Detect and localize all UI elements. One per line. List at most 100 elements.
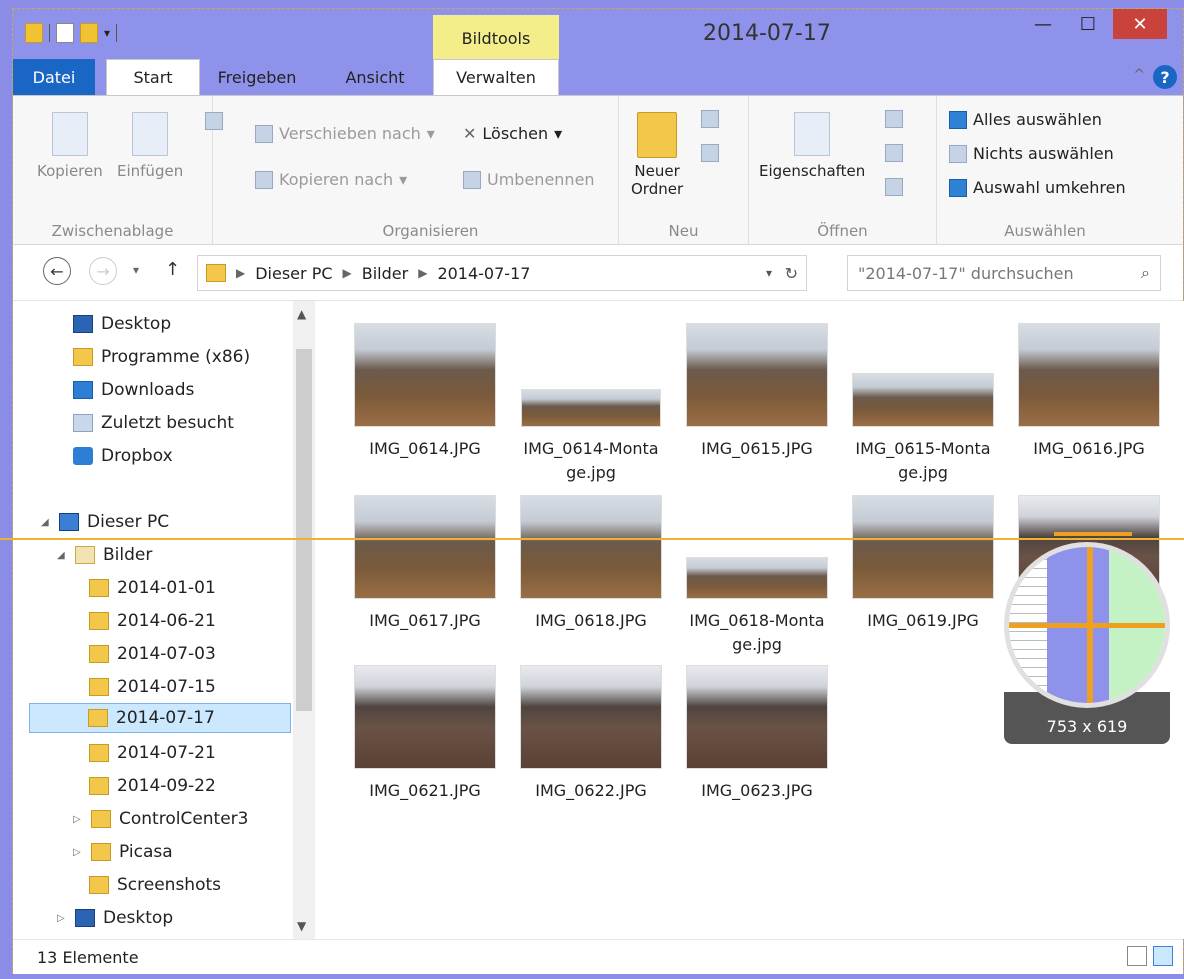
file-item[interactable]: IMG_0614-Monta ge.jpg bbox=[511, 323, 671, 485]
nav-item-folder-selected[interactable]: 2014-07-17 bbox=[29, 703, 291, 733]
nav-item-folder[interactable]: 2014-07-15 bbox=[89, 672, 216, 702]
delete-button[interactable]: ✕ Löschen ▾ bbox=[463, 124, 562, 143]
folder-icon[interactable] bbox=[25, 23, 43, 43]
chevron-up-icon[interactable]: ^ bbox=[1133, 67, 1145, 83]
file-item[interactable]: IMG_0617.JPG bbox=[345, 495, 505, 633]
file-item[interactable]: IMG_0621.JPG bbox=[345, 665, 505, 803]
chevron-right-icon: ▶ bbox=[342, 266, 352, 280]
file-item[interactable]: IMG_0618.JPG bbox=[511, 495, 671, 633]
breadcrumb-item[interactable]: Dieser PC bbox=[255, 264, 332, 283]
folder-icon bbox=[91, 810, 111, 828]
collapsed-icon[interactable]: ▷ bbox=[57, 913, 67, 924]
nav-item-this-pc[interactable]: ◢ Dieser PC bbox=[41, 507, 169, 537]
nav-scrollbar[interactable]: ▲ ▼ bbox=[293, 301, 315, 939]
image-thumbnail bbox=[686, 557, 828, 599]
file-name-line: IMG_0614-Monta bbox=[523, 439, 659, 458]
file-item[interactable]: IMG_0614.JPG bbox=[345, 323, 505, 461]
collapsed-icon[interactable]: ▷ bbox=[73, 847, 83, 858]
nav-item-bilder[interactable]: ◢ Bilder bbox=[57, 540, 152, 570]
tab-manage[interactable]: Verwalten bbox=[433, 59, 559, 95]
nav-item-folder[interactable]: 2014-06-21 bbox=[89, 606, 216, 636]
nav-item-downloads[interactable]: Downloads bbox=[73, 375, 194, 405]
large-icons-view-icon[interactable] bbox=[1153, 946, 1173, 966]
rename-button[interactable]: Umbenennen bbox=[463, 170, 595, 189]
tab-start[interactable]: Start bbox=[106, 59, 200, 95]
collapsed-icon[interactable]: ▷ bbox=[73, 814, 83, 825]
open-button[interactable] bbox=[885, 110, 903, 128]
copy-to-button[interactable]: Kopieren nach ▾ bbox=[255, 170, 407, 189]
expanded-icon[interactable]: ◢ bbox=[57, 550, 67, 561]
tab-share[interactable]: Freigeben bbox=[207, 59, 307, 95]
nav-label: ControlCenter3 bbox=[119, 809, 249, 829]
breadcrumb-item[interactable]: 2014-07-17 bbox=[437, 264, 530, 283]
nav-item-folder[interactable]: 2014-07-21 bbox=[89, 738, 216, 768]
copy-button[interactable]: Kopieren bbox=[37, 112, 103, 180]
move-to-button[interactable]: Verschieben nach ▾ bbox=[255, 124, 435, 143]
search-placeholder: "2014-07-17" durchsuchen bbox=[858, 263, 1074, 283]
search-input[interactable]: "2014-07-17" durchsuchen ⌕ bbox=[847, 255, 1161, 291]
paste-button[interactable]: Einfügen bbox=[117, 112, 183, 180]
file-name: IMG_0618.JPG bbox=[535, 611, 647, 630]
file-item[interactable]: IMG_0618-Monta ge.jpg bbox=[677, 495, 837, 657]
select-all-icon bbox=[949, 110, 967, 129]
scroll-down-icon[interactable]: ▼ bbox=[297, 919, 306, 933]
properties-button[interactable]: Eigenschaften bbox=[759, 112, 865, 180]
file-item[interactable]: IMG_0615-Monta ge.jpg bbox=[843, 323, 1003, 485]
history-button[interactable] bbox=[885, 178, 903, 196]
nav-item-programs[interactable]: Programme (x86) bbox=[73, 342, 250, 372]
edit-button[interactable] bbox=[885, 144, 903, 162]
up-arrow-icon[interactable]: ↑ bbox=[165, 259, 180, 280]
nav-item-folder[interactable]: ▷ Picasa bbox=[73, 837, 173, 867]
group-organize: Verschieben nach ▾ Kopieren nach ▾ ✕ Lösc… bbox=[243, 96, 619, 246]
tab-file[interactable]: Datei bbox=[13, 59, 95, 95]
new-item-button[interactable] bbox=[701, 110, 719, 128]
breadcrumb-item[interactable]: Bilder bbox=[362, 264, 408, 283]
refresh-icon[interactable]: ↻ bbox=[785, 264, 798, 283]
new-folder-button[interactable]: Neuer Ordner bbox=[631, 112, 683, 198]
minimize-button[interactable]: — bbox=[1023, 9, 1063, 39]
expanded-icon[interactable]: ◢ bbox=[41, 517, 51, 528]
details-view-icon[interactable] bbox=[1127, 946, 1147, 966]
close-button[interactable]: ✕ bbox=[1113, 9, 1167, 39]
chevron-down-icon[interactable]: ▾ bbox=[766, 266, 772, 280]
properties-icon[interactable] bbox=[56, 23, 74, 43]
paste-icon bbox=[132, 112, 169, 156]
nav-item-folder[interactable]: 2014-09-22 bbox=[89, 771, 216, 801]
file-item[interactable]: IMG_0622.JPG bbox=[511, 665, 671, 803]
nav-label: Picasa bbox=[119, 842, 173, 862]
nav-item-folder[interactable]: 2014-07-03 bbox=[89, 639, 216, 669]
context-tab-label: Bildtools bbox=[433, 15, 559, 61]
nav-item-folder[interactable]: Screenshots bbox=[89, 870, 221, 900]
scroll-thumb[interactable] bbox=[296, 349, 312, 711]
chevron-down-icon[interactable]: ▾ bbox=[104, 26, 110, 40]
recent-locations-icon[interactable]: ▾ bbox=[133, 263, 139, 277]
nav-item-recent[interactable]: Zuletzt besucht bbox=[73, 408, 234, 438]
cut-button[interactable] bbox=[205, 112, 223, 130]
nav-item-desktop-2[interactable]: ▷ Desktop bbox=[57, 903, 173, 933]
file-name: IMG_0615.JPG bbox=[701, 439, 813, 458]
nav-item-desktop[interactable]: Desktop bbox=[73, 309, 171, 339]
nav-item-dropbox[interactable]: Dropbox bbox=[73, 441, 173, 471]
select-none-button[interactable]: Nichts auswählen bbox=[949, 144, 1114, 163]
file-item[interactable]: IMG_0619.JPG bbox=[843, 495, 1003, 633]
new-folder-icon[interactable] bbox=[80, 23, 98, 43]
nav-item-folder[interactable]: ▷ ControlCenter3 bbox=[73, 804, 248, 834]
file-item[interactable]: IMG_0616.JPG bbox=[1009, 323, 1169, 461]
copy-icon bbox=[51, 112, 88, 156]
tab-view[interactable]: Ansicht bbox=[333, 59, 417, 95]
file-item[interactable]: IMG_0615.JPG bbox=[677, 323, 837, 461]
dropbox-icon bbox=[73, 447, 93, 465]
scroll-up-icon[interactable]: ▲ bbox=[297, 307, 306, 321]
back-button[interactable]: ← bbox=[43, 257, 71, 285]
select-none-label: Nichts auswählen bbox=[973, 144, 1114, 163]
file-item[interactable]: IMG_0623.JPG bbox=[677, 665, 837, 803]
easy-access-button[interactable] bbox=[701, 144, 719, 162]
forward-button[interactable]: → bbox=[89, 257, 117, 285]
file-name: IMG_0617.JPG bbox=[369, 611, 481, 630]
address-bar[interactable]: ▶ Dieser PC ▶ Bilder ▶ 2014-07-17 ▾ ↻ bbox=[197, 255, 807, 291]
maximize-button[interactable]: ☐ bbox=[1068, 9, 1108, 39]
invert-selection-button[interactable]: Auswahl umkehren bbox=[949, 178, 1126, 197]
nav-item-folder[interactable]: 2014-01-01 bbox=[89, 573, 216, 603]
select-all-button[interactable]: Alles auswählen bbox=[949, 110, 1102, 129]
help-icon[interactable]: ? bbox=[1153, 65, 1177, 89]
